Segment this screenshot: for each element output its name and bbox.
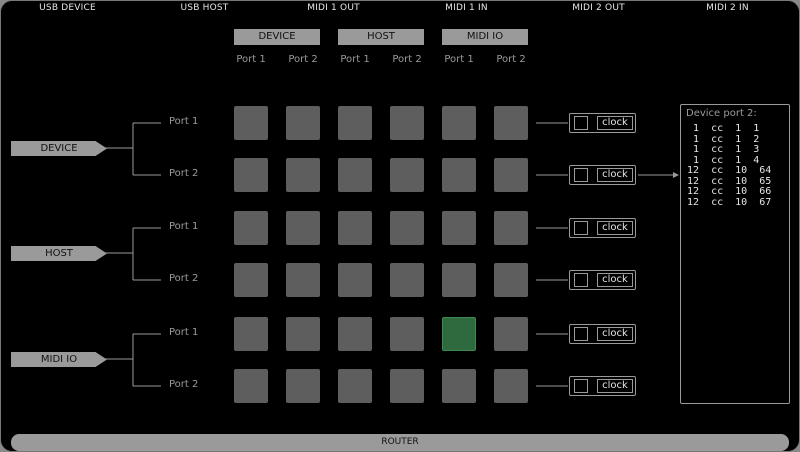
matrix-cell[interactable] bbox=[234, 106, 268, 140]
clock-button[interactable]: clock bbox=[597, 327, 633, 341]
clock-control: clock bbox=[569, 376, 636, 396]
clock-button[interactable]: clock bbox=[597, 273, 633, 287]
monitor-log: 1 cc 1 1 1 cc 1 2 1 cc 1 3 1 cc 1 4 12 c… bbox=[687, 123, 772, 208]
matrix-cell[interactable] bbox=[286, 158, 320, 192]
matrix-cell[interactable] bbox=[442, 263, 476, 297]
matrix-cell[interactable] bbox=[494, 263, 528, 297]
matrix-cell[interactable] bbox=[338, 211, 372, 245]
source-port-label: Port 1 bbox=[169, 327, 199, 338]
matrix-cell[interactable] bbox=[442, 317, 476, 351]
clock-checkbox[interactable] bbox=[574, 327, 588, 341]
clock-button[interactable]: clock bbox=[597, 221, 633, 235]
matrix-cell[interactable] bbox=[338, 263, 372, 297]
router-panel: USB DEVICE USB HOST MIDI 1 OUT MIDI 1 IN… bbox=[0, 0, 800, 452]
clock-checkbox[interactable] bbox=[574, 221, 588, 235]
arrow-right-icon bbox=[673, 172, 679, 178]
source-group-device: DEVICE bbox=[11, 141, 107, 156]
monitor-title: Device port 2: bbox=[686, 108, 757, 119]
clock-button[interactable]: clock bbox=[597, 379, 633, 393]
matrix-cell[interactable] bbox=[390, 211, 424, 245]
matrix-cell[interactable] bbox=[234, 211, 268, 245]
matrix-cell[interactable] bbox=[390, 369, 424, 403]
matrix-cell[interactable] bbox=[338, 369, 372, 403]
matrix-cell[interactable] bbox=[494, 211, 528, 245]
matrix-cell[interactable] bbox=[494, 158, 528, 192]
matrix-cell[interactable] bbox=[286, 317, 320, 351]
clock-button[interactable]: clock bbox=[597, 168, 633, 182]
clock-checkbox[interactable] bbox=[574, 273, 588, 287]
clock-control: clock bbox=[569, 270, 636, 290]
matrix-cell[interactable] bbox=[234, 317, 268, 351]
matrix-cell[interactable] bbox=[442, 158, 476, 192]
midi-monitor: Device port 2: 1 cc 1 1 1 cc 1 2 1 cc 1 … bbox=[680, 104, 790, 404]
matrix-cell[interactable] bbox=[390, 317, 424, 351]
clock-control: clock bbox=[569, 165, 636, 185]
source-port-label: Port 2 bbox=[169, 273, 199, 284]
matrix-cell[interactable] bbox=[494, 317, 528, 351]
matrix-cell[interactable] bbox=[286, 211, 320, 245]
matrix-cell[interactable] bbox=[442, 106, 476, 140]
source-port-label: Port 1 bbox=[169, 116, 199, 127]
clock-checkbox[interactable] bbox=[574, 168, 588, 182]
matrix-cell[interactable] bbox=[338, 158, 372, 192]
clock-control: clock bbox=[569, 113, 636, 133]
matrix-cell[interactable] bbox=[442, 211, 476, 245]
clock-button[interactable]: clock bbox=[597, 116, 633, 130]
matrix-cell[interactable] bbox=[390, 106, 424, 140]
matrix-cell[interactable] bbox=[338, 106, 372, 140]
clock-checkbox[interactable] bbox=[574, 116, 588, 130]
matrix-cell[interactable] bbox=[390, 263, 424, 297]
matrix-cell[interactable] bbox=[494, 369, 528, 403]
source-group-midi-io: MIDI IO bbox=[11, 352, 107, 367]
source-port-label: Port 2 bbox=[169, 168, 199, 179]
router-tab[interactable]: ROUTER bbox=[11, 434, 789, 451]
matrix-cell[interactable] bbox=[234, 369, 268, 403]
source-group-host: HOST bbox=[11, 246, 107, 261]
source-port-label: Port 2 bbox=[169, 379, 199, 390]
matrix-cell[interactable] bbox=[442, 369, 476, 403]
matrix-cell[interactable] bbox=[338, 317, 372, 351]
matrix-cell[interactable] bbox=[234, 263, 268, 297]
matrix-cell[interactable] bbox=[234, 158, 268, 192]
matrix-cell[interactable] bbox=[390, 158, 424, 192]
matrix-cell[interactable] bbox=[494, 106, 528, 140]
matrix-cell[interactable] bbox=[286, 106, 320, 140]
source-port-label: Port 1 bbox=[169, 221, 199, 232]
matrix-cell[interactable] bbox=[286, 369, 320, 403]
clock-control: clock bbox=[569, 324, 636, 344]
clock-checkbox[interactable] bbox=[574, 379, 588, 393]
matrix-cell[interactable] bbox=[286, 263, 320, 297]
clock-control: clock bbox=[569, 218, 636, 238]
